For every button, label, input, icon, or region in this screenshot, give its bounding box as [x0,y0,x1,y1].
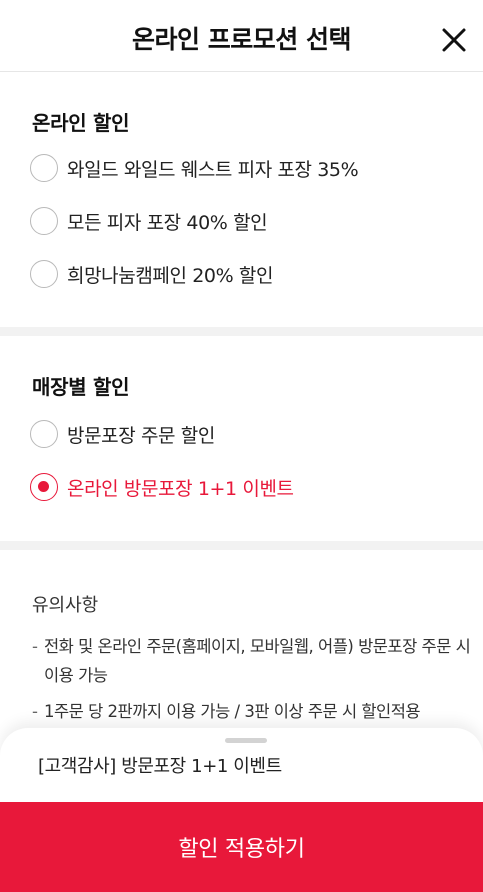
selected-promotion-summary: [고객감사] 방문포장 1+1 이벤트 [38,756,282,777]
close-button[interactable] [436,22,472,58]
option-online-1[interactable]: 모든 피자 포장 40% 할인 [30,204,268,238]
page-title: 온라인 프로모션 선택 [132,25,351,54]
notice-title: 유의사항 [32,595,99,616]
bottom-sheet: [고객감사] 방문포장 1+1 이벤트 할인 적용하기 [0,728,483,892]
option-label: 와일드 와일드 웨스트 피자 포장 35% [67,158,359,181]
option-store-0[interactable]: 방문포장 주문 할인 [30,417,215,451]
sheet-drag-handle[interactable] [225,738,267,743]
option-online-0[interactable]: 와일드 와일드 웨스트 피자 포장 35% [30,151,359,185]
close-icon [442,28,466,52]
option-label: 모든 피자 포장 40% 할인 [67,211,268,234]
option-online-2[interactable]: 희망나눔캠페인 20% 할인 [30,257,273,291]
option-label: 방문포장 주문 할인 [67,424,215,447]
option-label: 희망나눔캠페인 20% 할인 [67,264,274,287]
radio-button[interactable] [30,207,58,235]
notice-item: 전화 및 온라인 주문(홈페이지, 모바일웹, 어플) 방문포장 주문 시 이용… [32,632,472,690]
section-divider [0,541,483,550]
section-divider [0,327,483,336]
section-title-online-discount: 온라인 할인 [32,111,130,135]
radio-button[interactable] [30,154,58,182]
section-title-store-discount: 매장별 할인 [32,375,130,399]
radio-button[interactable] [30,420,58,448]
option-label: 온라인 방문포장 1+1 이벤트 [67,477,294,500]
header: 온라인 프로모션 선택 [0,0,483,72]
option-store-1[interactable]: 온라인 방문포장 1+1 이벤트 [30,470,294,504]
notice-list: 전화 및 온라인 주문(홈페이지, 모바일웹, 어플) 방문포장 주문 시 이용… [32,632,472,733]
radio-button[interactable] [30,260,58,288]
radio-button-checked[interactable] [30,473,58,501]
notice-item: 1주문 당 2판까지 이용 가능 / 3판 이상 주문 시 할인적용 [32,697,472,726]
apply-discount-button[interactable]: 할인 적용하기 [0,802,483,892]
